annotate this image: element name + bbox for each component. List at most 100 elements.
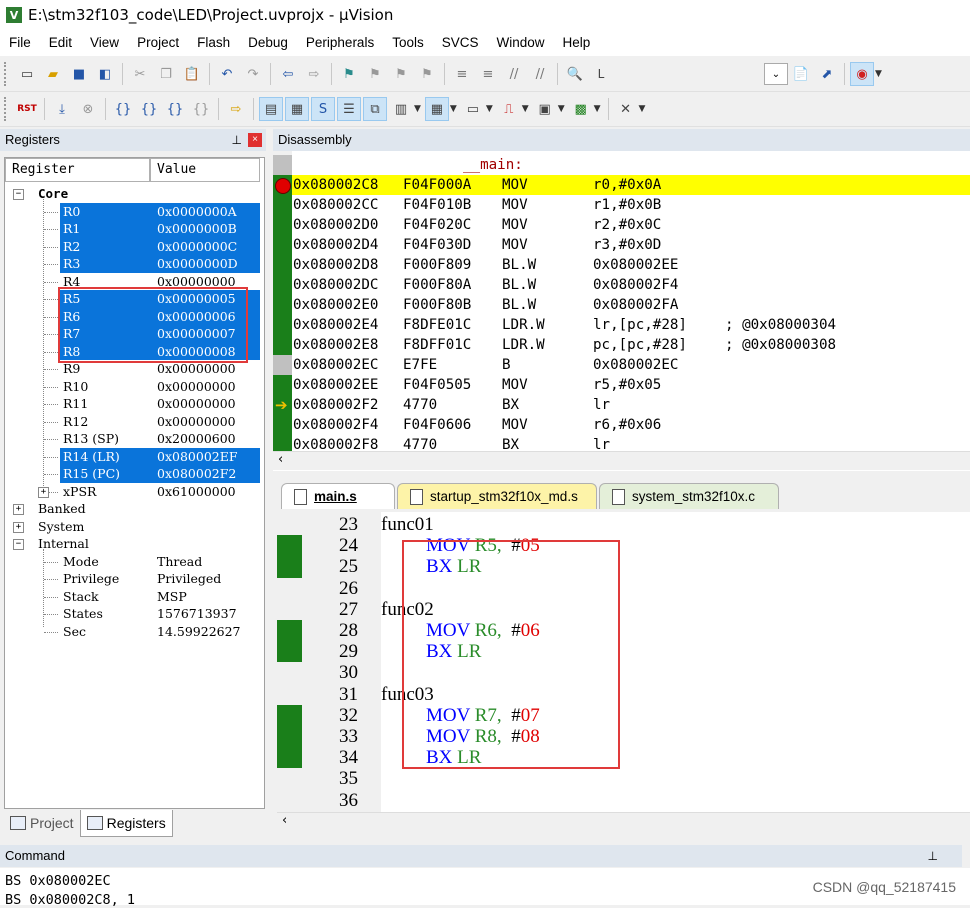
register-row[interactable]: R1 0x0000000B xyxy=(5,220,264,238)
command-window-icon[interactable]: ▤ xyxy=(259,97,283,121)
chevron-down-icon[interactable]: ▼ xyxy=(414,104,421,114)
chevron-down-icon[interactable]: ▼ xyxy=(558,104,565,114)
debug-session-icon[interactable]: ◉ xyxy=(850,62,874,86)
disassembly-line[interactable]: 0x080002E0 F000F80B BL.W 0x080002FA xyxy=(293,295,970,315)
menu-svcs[interactable]: SVCS xyxy=(433,30,488,56)
register-row[interactable]: R14 (LR) 0x080002EF xyxy=(5,448,264,466)
stop-icon[interactable]: ⊗ xyxy=(76,97,100,121)
disassembly-line[interactable]: 0x080002D8 F000F809 BL.W 0x080002EE xyxy=(293,255,970,275)
register-value[interactable]: 0x00000000 xyxy=(157,395,236,413)
tab-startup-file[interactable]: startup_stm32f10x_md.s xyxy=(397,483,597,509)
scroll-left-icon[interactable]: ‹ xyxy=(278,452,283,467)
chevron-down-icon[interactable]: ▼ xyxy=(639,104,646,114)
tree-node-banked[interactable]: Banked xyxy=(38,500,158,518)
internal-row[interactable]: Mode Thread xyxy=(5,553,264,571)
register-value[interactable]: 0x0000000C xyxy=(157,238,237,256)
disassembly-window-icon[interactable]: ▦ xyxy=(285,97,309,121)
step-into-icon[interactable]: {} xyxy=(111,97,135,121)
close-icon[interactable]: × xyxy=(248,133,262,147)
disassembly-line[interactable]: 0x080002D0 F04F020C MOV r2,#0x0C xyxy=(293,215,970,235)
browse-icon[interactable]: ⬈ xyxy=(815,62,839,86)
pin-icon[interactable]: ⊥ xyxy=(928,845,938,867)
editor-line[interactable]: 36 xyxy=(277,790,970,811)
navigate-forward-icon[interactable]: ⇨ xyxy=(302,62,326,86)
register-row[interactable]: R12 0x00000000 xyxy=(5,413,264,431)
step-over-icon[interactable]: {} xyxy=(137,97,161,121)
tab-main-s[interactable]: main.s xyxy=(281,483,395,509)
editor-line[interactable]: 24 MOV R5, #05 xyxy=(277,535,970,556)
editor-line[interactable]: 35 xyxy=(277,768,970,789)
toolbar-grip[interactable] xyxy=(4,97,10,121)
system-viewer-icon[interactable]: ▩ xyxy=(569,97,593,121)
redo-icon[interactable]: ↷ xyxy=(241,62,265,86)
breakpoint-icon[interactable] xyxy=(275,178,291,194)
disassembly-line[interactable]: 0x080002C8 F04F000A MOV r0,#0x0A xyxy=(293,175,970,195)
menu-flash[interactable]: Flash xyxy=(188,30,239,56)
menu-tools[interactable]: Tools xyxy=(383,30,433,56)
register-row[interactable]: R15 (PC) 0x080002F2 xyxy=(5,465,264,483)
run-to-cursor-icon[interactable]: {} xyxy=(189,97,213,121)
paste-icon[interactable]: 📋 xyxy=(180,62,204,86)
editor-line[interactable]: 26 xyxy=(277,578,970,599)
editor-line[interactable]: 23 func01 xyxy=(277,514,970,535)
search-icon[interactable]: 📄 xyxy=(789,62,813,86)
internal-row[interactable]: Stack MSP xyxy=(5,588,264,606)
new-file-icon[interactable]: ▭ xyxy=(15,62,39,86)
disassembly-line[interactable]: 0x080002DC F000F80A BL.W 0x080002F4 xyxy=(293,275,970,295)
editor-line[interactable]: 25 BX LR xyxy=(277,556,970,577)
source-editor[interactable]: 23 func01 24 MOV R5, #05 25 BX LR 26 27 func02 28… xyxy=(277,512,970,812)
register-value[interactable]: 0x080002F2 xyxy=(157,465,236,483)
find-in-files-icon[interactable]: 🔍 xyxy=(563,62,587,86)
watch-window-icon[interactable]: ▥ xyxy=(389,97,413,121)
register-row[interactable]: xPSR 0x61000000 xyxy=(5,483,264,501)
toolbar-grip[interactable] xyxy=(4,62,10,86)
copy-icon[interactable]: ❐ xyxy=(154,62,178,86)
chevron-down-icon[interactable]: ▼ xyxy=(594,104,601,114)
internal-row[interactable]: Sec 14.59922627 xyxy=(5,623,264,641)
disassembly-line[interactable]: 0x080002F4 F04F0606 MOV r6,#0x06 xyxy=(293,415,970,435)
find-combo-dropdown[interactable]: ⌄ xyxy=(764,63,788,85)
bookmark-prev-icon[interactable]: ⚑ xyxy=(363,62,387,86)
register-value[interactable]: 0x0000000D xyxy=(157,255,238,273)
expand-toggle-icon[interactable]: + xyxy=(13,504,24,515)
undo-icon[interactable]: ↶ xyxy=(215,62,239,86)
register-value[interactable]: 0x0000000B xyxy=(157,220,237,238)
disassembly-hscrollbar[interactable]: ‹ xyxy=(273,451,970,470)
toolbox-icon[interactable]: ✕ xyxy=(614,97,638,121)
collapse-toggle-icon[interactable]: − xyxy=(13,539,24,550)
expand-toggle-icon[interactable]: + xyxy=(13,521,24,533)
tab-project[interactable]: Project xyxy=(4,810,80,836)
call-stack-window-icon[interactable]: ⧉ xyxy=(363,97,387,121)
menu-window[interactable]: Window xyxy=(487,30,553,56)
disassembly-line[interactable]: 0x080002EC E7FE B 0x080002EC xyxy=(293,355,970,375)
run-icon[interactable]: ⤓ xyxy=(50,97,74,121)
tree-node-core[interactable]: Core xyxy=(38,185,138,203)
editor-line[interactable]: 27 func02 xyxy=(277,599,970,620)
chevron-down-icon[interactable]: ▼ xyxy=(522,104,529,114)
analysis-window-icon[interactable]: ⎍ xyxy=(497,97,521,121)
menu-peripherals[interactable]: Peripherals xyxy=(297,30,383,56)
editor-line[interactable]: 32 MOV R7, #07 xyxy=(277,705,970,726)
disassembly-line[interactable]: 0x080002D4 F04F030D MOV r3,#0x0D xyxy=(293,235,970,255)
editor-line[interactable]: 29 BX LR xyxy=(277,641,970,662)
editor-line[interactable]: 34 BX LR xyxy=(277,747,970,768)
reset-icon[interactable]: RST xyxy=(15,97,39,121)
bookmark-toggle-icon[interactable]: ⚑ xyxy=(337,62,361,86)
column-header-value[interactable]: Value xyxy=(150,158,260,182)
indent-icon[interactable]: ≡ xyxy=(450,62,474,86)
editor-line[interactable]: 28 MOV R6, #06 xyxy=(277,620,970,641)
chevron-down-icon[interactable]: ▼ xyxy=(486,104,493,114)
column-header-register[interactable]: Register xyxy=(5,158,150,182)
register-row[interactable]: R13 (SP) 0x20000600 xyxy=(5,430,264,448)
pin-icon[interactable]: ⊥ xyxy=(232,129,242,151)
tab-registers[interactable]: Registers xyxy=(79,810,173,837)
tree-node-internal[interactable]: Internal xyxy=(38,535,158,553)
navigate-back-icon[interactable]: ⇦ xyxy=(276,62,300,86)
disassembly-line[interactable]: 0x080002EE F04F0505 MOV r5,#0x05 xyxy=(293,375,970,395)
register-row[interactable]: R2 0x0000000C xyxy=(5,238,264,256)
symbols-window-icon[interactable]: S xyxy=(311,97,335,121)
save-all-icon[interactable]: ◧ xyxy=(93,62,117,86)
disassembly-view[interactable]: __main: 0x080002C8 F04F000A MOV r0,#0x0A 0x08… xyxy=(273,151,970,471)
trace-window-icon[interactable]: ▣ xyxy=(533,97,557,121)
menu-view[interactable]: View xyxy=(81,30,128,56)
